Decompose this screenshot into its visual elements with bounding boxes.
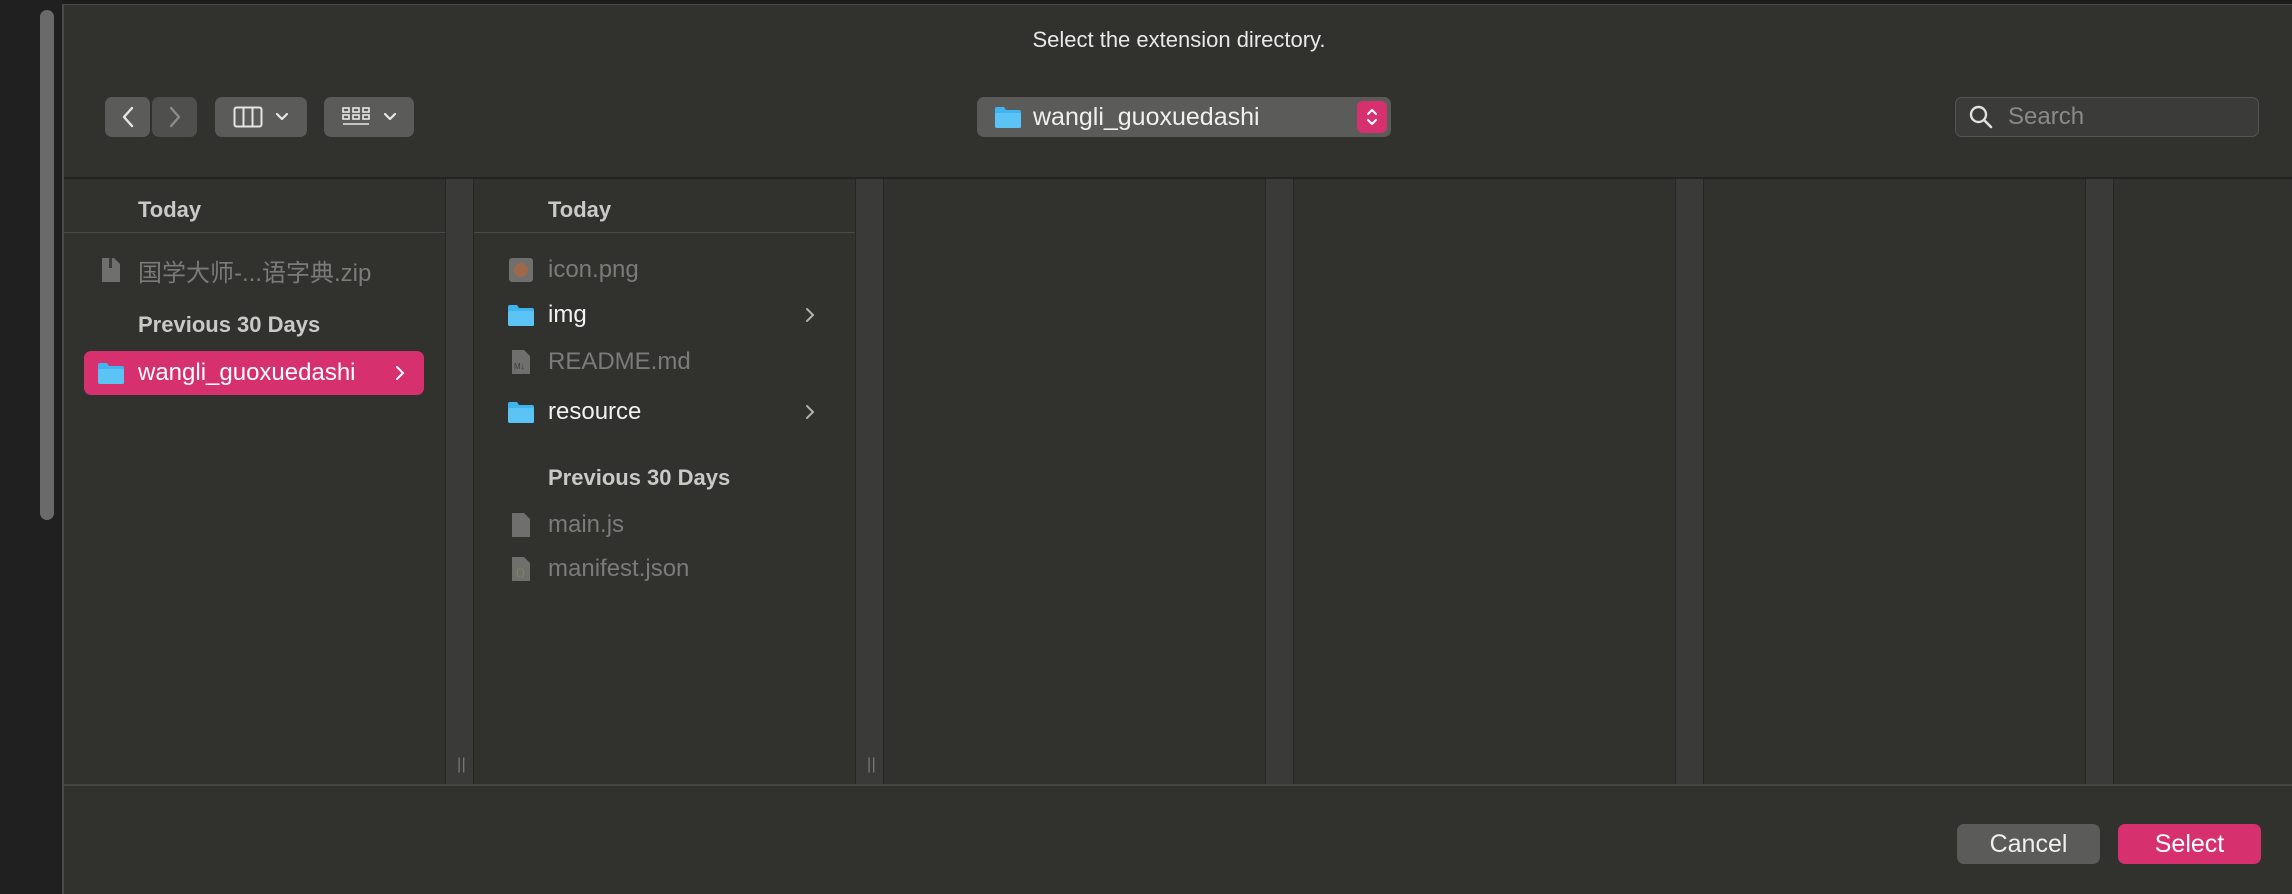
list-item-img[interactable]: img [494, 293, 834, 337]
chevron-left-icon [122, 106, 133, 128]
browser-column-3[interactable] [884, 179, 1265, 784]
svg-text:{}: {} [515, 568, 526, 578]
section-label-previous: Previous 30 Days [548, 465, 731, 490]
resize-grip-icon: | | [457, 756, 466, 773]
file-dialog: Select the extension directory. wangli_g… [62, 4, 2292, 894]
forward-button[interactable] [152, 97, 197, 137]
folder-name: img [548, 301, 587, 328]
file-name: icon.png [548, 256, 639, 283]
section-label-today: Today [138, 197, 202, 222]
path-label: wangli_guoxuedashi [1033, 102, 1260, 131]
background-scrollbar[interactable] [40, 10, 54, 520]
markdown-file-icon: M↓ [504, 347, 538, 377]
column-resize-handle[interactable] [1675, 179, 1704, 784]
column-view-icon [233, 106, 263, 128]
browser-column-5[interactable] [1704, 179, 2085, 784]
browser-column-6[interactable] [2114, 179, 2264, 784]
file-name: 国学大师-...语字典.zip [138, 259, 372, 287]
file-name: README.md [548, 348, 691, 375]
column-header: Today [474, 179, 855, 233]
browser-column-1[interactable]: Today 国学大师-...语字典.zip Previous 30 Days w… [64, 179, 445, 784]
folder-name: resource [548, 398, 642, 425]
path-stepper[interactable] [1357, 101, 1387, 133]
list-item-manifest[interactable]: {} manifest.json [494, 547, 834, 591]
json-file-icon: {} [504, 554, 538, 584]
view-mode-button[interactable] [215, 97, 307, 137]
list-item-main-js[interactable]: main.js [494, 503, 834, 547]
column-resize-handle[interactable]: | | [855, 179, 884, 784]
grid-view-icon [342, 107, 370, 125]
footer-divider [64, 784, 2292, 786]
dialog-title: Select the extension directory. [1032, 27, 1326, 52]
folder-name: wangli_guoxuedashi [138, 359, 356, 386]
background-window [0, 0, 62, 894]
chevron-down-icon [275, 112, 289, 121]
group-mode-button[interactable] [324, 97, 414, 137]
column-resize-handle[interactable] [2085, 179, 2114, 784]
navigation-buttons [105, 97, 197, 137]
list-item-icon-png[interactable]: icon.png [494, 248, 834, 292]
section-label-today: Today [548, 197, 612, 222]
search-input[interactable] [2008, 103, 2248, 131]
file-icon [504, 510, 538, 540]
chevron-right-icon [169, 106, 180, 128]
folder-icon [504, 397, 538, 427]
chevron-right-icon [388, 365, 412, 381]
image-file-icon [504, 255, 538, 285]
browser-column-2[interactable]: Today icon.png img M↓ README.md resource… [474, 179, 855, 784]
resize-grip-icon: | | [867, 756, 876, 773]
cancel-button[interactable]: Cancel [1957, 824, 2100, 864]
column-resize-handle[interactable] [1265, 179, 1294, 784]
column-header: Today [64, 179, 445, 233]
chevron-down-icon [383, 112, 397, 121]
zip-file-icon [94, 255, 128, 285]
list-item-wangli-guoxuedashi[interactable]: wangli_guoxuedashi [84, 351, 424, 395]
up-down-chevron-icon [1367, 109, 1377, 125]
file-name: main.js [548, 511, 625, 538]
list-item-zip[interactable]: 国学大师-...语字典.zip [84, 248, 424, 292]
column-browser: Today 国学大师-...语字典.zip Previous 30 Days w… [64, 179, 2292, 784]
path-popup-button[interactable]: wangli_guoxuedashi [977, 97, 1391, 137]
section-label-previous: Previous 30 Days [138, 312, 321, 337]
folder-icon [995, 107, 1021, 128]
folder-icon [94, 358, 128, 388]
column-resize-handle[interactable]: | | [445, 179, 474, 784]
svg-text:M↓: M↓ [514, 362, 525, 371]
file-name: manifest.json [548, 555, 690, 582]
list-item-resource[interactable]: resource [494, 390, 834, 434]
chevron-right-icon [798, 404, 822, 420]
chevron-right-icon [798, 307, 822, 323]
folder-icon [504, 300, 538, 330]
search-icon [1969, 105, 1993, 129]
list-item-readme[interactable]: M↓ README.md [494, 340, 834, 384]
back-button[interactable] [105, 97, 150, 137]
select-button[interactable]: Select [2118, 824, 2261, 864]
browser-column-4[interactable] [1294, 179, 1675, 784]
search-field[interactable] [1955, 97, 2259, 137]
